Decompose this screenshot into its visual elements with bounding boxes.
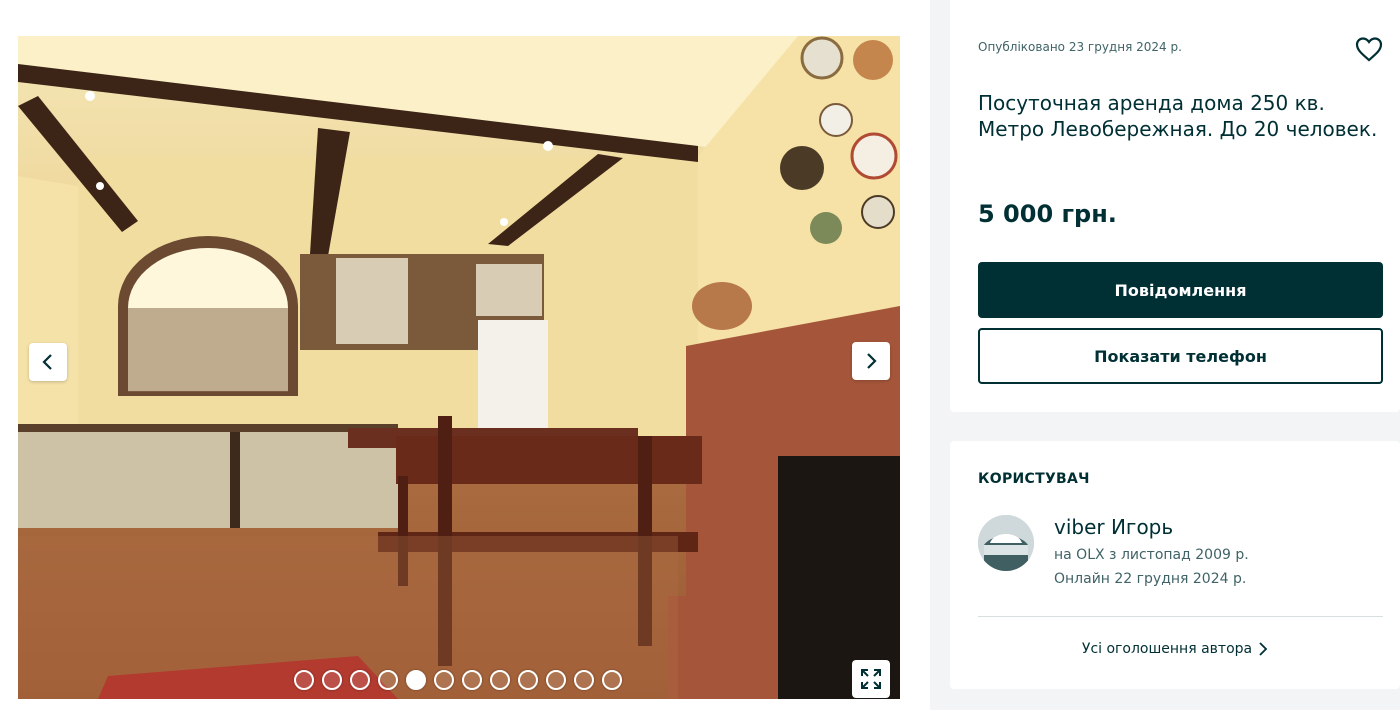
user-section-heading: КОРИСТУВАЧ: [978, 471, 1090, 487]
user-last-online: Онлайн 22 грудня 2024 р.: [1054, 571, 1247, 587]
fullscreen-button[interactable]: [852, 660, 890, 698]
pagination-dot[interactable]: [546, 670, 566, 690]
pagination-dot[interactable]: [406, 670, 426, 690]
expand-icon: [861, 669, 881, 689]
previous-photo-button[interactable]: [29, 343, 67, 381]
divider: [978, 616, 1383, 617]
pagination-dot[interactable]: [490, 670, 510, 690]
pagination-dot[interactable]: [518, 670, 538, 690]
ad-title: Посуточная аренда дома 250 кв. Метро Лев…: [978, 91, 1378, 141]
all-author-ads-link[interactable]: Усі оголошення автора: [950, 641, 1400, 657]
user-name[interactable]: viber Игорь: [1054, 515, 1173, 539]
all-author-ads-label: Усі оголошення автора: [1081, 641, 1253, 657]
next-photo-button[interactable]: [852, 342, 890, 380]
photo-pagination-dots: [294, 670, 622, 690]
pagination-dot[interactable]: [322, 670, 342, 690]
pagination-dot[interactable]: [462, 670, 482, 690]
kitchen-photo-illustration: [18, 36, 900, 699]
favorite-button[interactable]: [1354, 34, 1384, 64]
avatar[interactable]: [978, 515, 1034, 571]
pagination-dot[interactable]: [350, 670, 370, 690]
user-card: КОРИСТУВАЧ viber Игорь на OLX з листопад…: [950, 441, 1400, 689]
chevron-left-icon: [42, 354, 52, 370]
ad-summary-card: Опубліковано 23 грудня 2024 р. Посуточна…: [950, 0, 1400, 412]
ad-price: 5 000 грн.: [978, 200, 1117, 228]
pagination-dot[interactable]: [434, 670, 454, 690]
message-button[interactable]: Повідомлення: [978, 262, 1383, 318]
pagination-dot[interactable]: [574, 670, 594, 690]
show-phone-button[interactable]: Показати телефон: [978, 328, 1383, 384]
pagination-dot[interactable]: [378, 670, 398, 690]
chevron-right-icon: [867, 353, 877, 369]
posted-date: Опубліковано 23 грудня 2024 р.: [978, 40, 1182, 54]
heart-icon: [1355, 37, 1383, 62]
user-member-since: на OLX з листопад 2009 р.: [1054, 547, 1249, 563]
pagination-dot[interactable]: [602, 670, 622, 690]
gallery-panel: [0, 0, 930, 710]
listing-photo[interactable]: [18, 36, 900, 699]
pagination-dot[interactable]: [294, 670, 314, 690]
chevron-right-icon: [1259, 642, 1268, 656]
default-avatar-icon: [978, 515, 1034, 571]
